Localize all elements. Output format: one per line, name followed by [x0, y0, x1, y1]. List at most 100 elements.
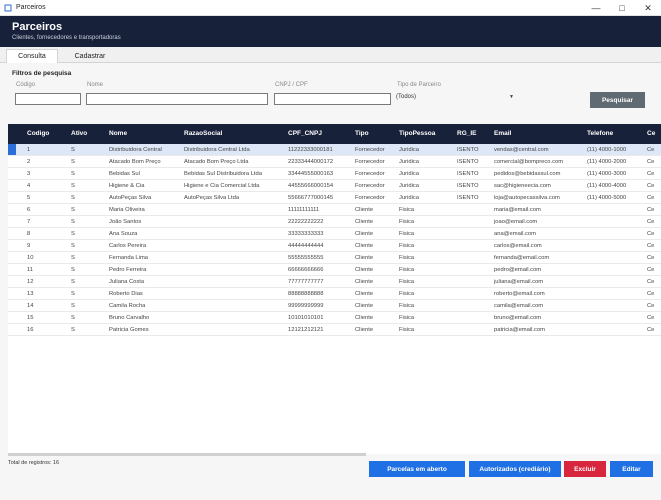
- table-cell: Bruno Carvalho: [109, 315, 150, 321]
- table-cell: Ce: [647, 303, 655, 309]
- partners-grid: Codigo Ativo Nome RazaoSocial CPF_CNPJ T…: [8, 124, 661, 454]
- tipo-parceiro-select[interactable]: (Todos) ▼: [396, 94, 514, 105]
- table-cell: 16: [27, 327, 34, 333]
- table-row[interactable]: 16 S Patricia Gomes 12121212121 Cliente Fisic…: [8, 324, 661, 336]
- table-cell: Ce: [647, 195, 655, 201]
- table-cell: (11) 4000-3000: [587, 171, 627, 177]
- table-cell: Ce: [647, 147, 655, 153]
- table-cell: Ce: [647, 255, 655, 261]
- table-row[interactable]: 8 S Ana Souza 33333333333 Cliente Fisica ana@e…: [8, 228, 661, 240]
- table-cell: 22333444000172: [288, 159, 334, 165]
- table-row[interactable]: 4 S Higiene & Cia Higiene e Cia Comercial L…: [8, 180, 661, 192]
- table-cell: Maria Oliveira: [109, 207, 145, 213]
- table-cell: 8: [27, 231, 31, 237]
- table-cell: Cliente: [355, 207, 374, 213]
- table-cell: Carlos Pereira: [109, 243, 147, 249]
- col-codigo[interactable]: Codigo: [27, 130, 49, 137]
- table-cell: Higiene & Cia: [109, 183, 145, 189]
- table-cell: fernanda@email.com: [494, 255, 550, 261]
- table-cell: bruno@email.com: [494, 315, 542, 321]
- table-row[interactable]: 3 S Bebidas Sul Bebidas Sul Distribuidora L…: [8, 168, 661, 180]
- table-cell: 77777777777: [288, 279, 324, 285]
- page-header: Parceiros Clientes, fornecedores e trans…: [0, 16, 661, 47]
- table-row[interactable]: 15 S Bruno Carvalho 10101010101 Cliente Fisic…: [8, 312, 661, 324]
- table-row[interactable]: 9 S Carlos Pereira 44444444444 Cliente Fisica…: [8, 240, 661, 252]
- table-cell: 44555666000154: [288, 183, 334, 189]
- minimize-icon[interactable]: —: [583, 0, 609, 16]
- table-cell: 7: [27, 219, 31, 225]
- table-cell: Ce: [647, 267, 655, 273]
- table-cell: Juliana Costa: [109, 279, 145, 285]
- codigo-input[interactable]: [15, 93, 81, 105]
- col-ativo[interactable]: Ativo: [71, 130, 87, 137]
- col-razao-social[interactable]: RazaoSocial: [184, 130, 222, 137]
- table-row[interactable]: 1 S Distribuidora Central Distribuidora Cen…: [8, 144, 661, 156]
- table-cell: Cliente: [355, 219, 374, 225]
- horizontal-scrollbar[interactable]: [8, 453, 366, 456]
- table-cell: S: [71, 207, 75, 213]
- editar-button[interactable]: Editar: [610, 461, 653, 477]
- col-nome[interactable]: Nome: [109, 130, 127, 137]
- tab-consulta[interactable]: Consulta: [6, 49, 58, 64]
- table-cell: Distribuidora Central: [109, 147, 162, 153]
- maximize-icon[interactable]: □: [609, 0, 635, 16]
- table-row[interactable]: 13 S Roberto Dias 88888888888 Cliente Fisica r…: [8, 288, 661, 300]
- col-telefone[interactable]: Telefone: [587, 130, 613, 137]
- table-row[interactable]: 12 S Juliana Costa 77777777777 Cliente Fisica…: [8, 276, 661, 288]
- total-records: Total de registros: 16: [8, 460, 60, 466]
- page-subtitle: Clientes, fornecedores e transportadoras: [12, 35, 121, 41]
- col-tipo-pessoa[interactable]: TipoPessoa: [399, 130, 435, 137]
- table-row[interactable]: 5 S AutoPeças Silva AutoPeças Silva Ltda 556…: [8, 192, 661, 204]
- table-cell: vendas@central.com: [494, 147, 549, 153]
- row-selector-marker: [8, 144, 16, 155]
- table-cell: 4: [27, 183, 31, 189]
- table-cell: ISENTO: [457, 147, 479, 153]
- table-cell: S: [71, 267, 75, 273]
- page-title: Parceiros: [12, 21, 63, 33]
- table-cell: Distribuidora Central Ltda: [184, 147, 250, 153]
- table-cell: S: [71, 303, 75, 309]
- table-cell: Roberto Dias: [109, 291, 143, 297]
- table-cell: Ce: [647, 183, 655, 189]
- table-cell: Juridica: [399, 195, 419, 201]
- table-cell: 3: [27, 171, 31, 177]
- col-tipo[interactable]: Tipo: [355, 130, 369, 137]
- table-cell: S: [71, 231, 75, 237]
- tab-cadastrar[interactable]: Cadastrar: [60, 49, 120, 64]
- table-row[interactable]: 6 S Maria Oliveira 11111111111 Cliente Fisica…: [8, 204, 661, 216]
- table-cell: S: [71, 327, 75, 333]
- table-row[interactable]: 14 S Camila Rocha 99999999999 Cliente Fisica c…: [8, 300, 661, 312]
- table-cell: Fornecedor: [355, 195, 385, 201]
- col-cpf-cnpj[interactable]: CPF_CNPJ: [288, 130, 322, 137]
- col-cep[interactable]: Ce: [647, 130, 655, 137]
- col-rg-ie[interactable]: RG_IE: [457, 130, 477, 137]
- table-cell: Fisica: [399, 219, 415, 225]
- table-cell: João Santos: [109, 219, 142, 225]
- table-row[interactable]: 11 S Pedro Ferreira 66666666666 Cliente Fisic…: [8, 264, 661, 276]
- cnpj-input[interactable]: [274, 93, 391, 105]
- table-row[interactable]: 7 S João Santos 22222222222 Cliente Fisica joa…: [8, 216, 661, 228]
- table-cell: 15: [27, 315, 34, 321]
- table-cell: pedro@email.com: [494, 267, 542, 273]
- table-row[interactable]: 10 S Fernanda Lima 55555555555 Cliente Fisica…: [8, 252, 661, 264]
- table-cell: (11) 4000-1000: [587, 147, 627, 153]
- table-cell: (11) 4000-5000: [587, 195, 627, 201]
- table-cell: 12121212121: [288, 327, 324, 333]
- table-cell: Cliente: [355, 279, 374, 285]
- autorizados-crediario-button[interactable]: Autorizados (crediário): [469, 461, 561, 477]
- table-cell: 11111111111: [288, 207, 320, 213]
- col-email[interactable]: Email: [494, 130, 511, 137]
- table-cell: Cliente: [355, 315, 374, 321]
- nome-input[interactable]: [86, 93, 268, 105]
- table-row[interactable]: 2 S Atacado Bom Preço Atacado Bom Preço Ltd…: [8, 156, 661, 168]
- table-cell: Juridica: [399, 159, 419, 165]
- excluir-button[interactable]: Excluir: [564, 461, 606, 477]
- table-cell: 11: [27, 267, 34, 273]
- table-cell: Fisica: [399, 207, 415, 213]
- table-cell: Fornecedor: [355, 171, 385, 177]
- close-icon[interactable]: ✕: [635, 0, 661, 16]
- parcelas-em-aberto-button[interactable]: Parcelas em aberto: [369, 461, 465, 477]
- search-button[interactable]: Pesquisar: [590, 92, 645, 108]
- table-cell: ISENTO: [457, 195, 479, 201]
- table-cell: S: [71, 159, 75, 165]
